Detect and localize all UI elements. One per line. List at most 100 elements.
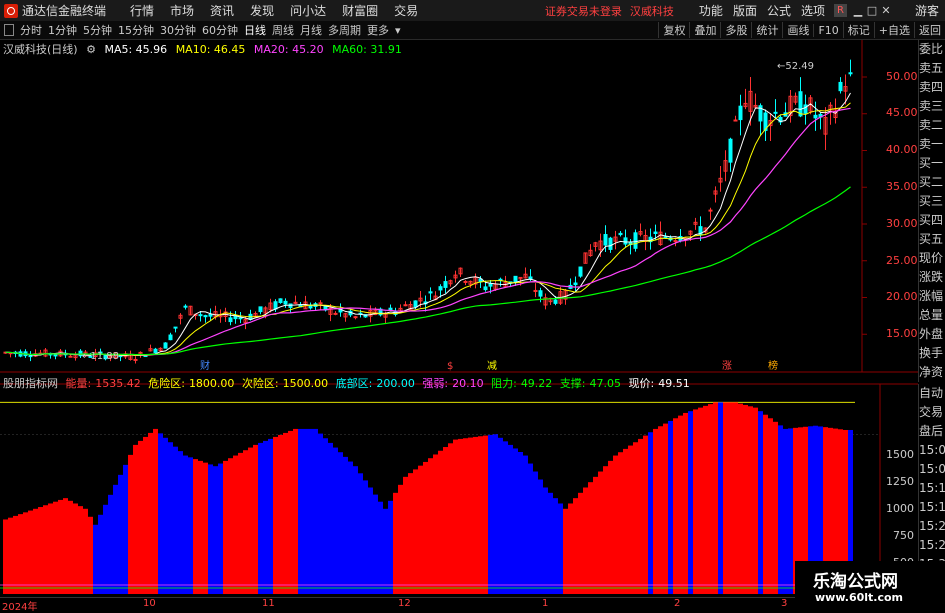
indicator-name[interactable]: 股朋指标网 — [3, 377, 58, 390]
candle-body — [53, 354, 58, 357]
watermark-url: www.60lt.com — [815, 591, 904, 604]
indicator-bar — [568, 503, 573, 594]
indicator-bar — [603, 466, 608, 594]
event-marker: $ — [447, 361, 453, 372]
order-label: 卖三 — [919, 99, 944, 113]
indicator-bar — [463, 438, 468, 594]
time-label: 15:00 — [919, 443, 945, 457]
order-label: 卖四 — [919, 80, 944, 94]
candle-body — [673, 240, 678, 243]
candle-body — [483, 286, 488, 291]
candle-body — [428, 291, 433, 294]
indicator-bar — [38, 507, 43, 594]
event-marker: 涨 — [722, 360, 732, 372]
time-label[interactable]: 自动 — [919, 384, 945, 403]
event-marker: 减 — [487, 360, 497, 372]
indicator-bar — [473, 436, 478, 594]
ind-value: 20.10 — [452, 377, 484, 390]
ind-label: 危险区: — [148, 377, 185, 390]
candle-body — [273, 301, 278, 310]
time-label: 15:20 — [919, 519, 945, 533]
indicator-bar — [48, 503, 53, 594]
candle-body — [848, 72, 853, 75]
candle-body — [488, 283, 493, 287]
low-annotation: ←11.88 — [82, 351, 119, 362]
event-marker: 榜 — [768, 359, 778, 372]
indicator-bar — [708, 404, 713, 594]
candle-body — [438, 286, 443, 291]
indicator-bar — [228, 458, 233, 594]
ma60-line — [5, 186, 851, 356]
indicator-bar — [363, 480, 368, 594]
candle-body — [168, 334, 173, 341]
indicator-bar — [718, 402, 723, 594]
ind-value: 200.00 — [376, 377, 415, 390]
candle-body — [623, 237, 628, 245]
indicator-bar — [588, 482, 593, 594]
indicator-bar — [158, 433, 163, 594]
candle-body — [608, 237, 613, 250]
order-label: 买五 — [919, 232, 944, 246]
indicator-bar — [163, 437, 168, 594]
candle-body — [203, 315, 208, 318]
candle-body — [728, 138, 733, 163]
candle-body — [283, 300, 288, 305]
indicator-bar — [208, 464, 213, 594]
candle-body — [208, 313, 213, 317]
stock-period-title: 汉威科技(日线) — [3, 43, 78, 56]
candle-body — [318, 302, 323, 305]
indicator-bar — [173, 446, 178, 594]
settings-gear-icon[interactable]: ⚙ — [86, 43, 96, 56]
indicator-bar — [238, 452, 243, 594]
indicator-bar — [433, 454, 438, 594]
indicator-bar — [103, 504, 108, 594]
candle-body — [663, 236, 668, 239]
indicator-bar — [383, 508, 388, 594]
candle-body — [228, 317, 233, 323]
ind-label: 现价: — [628, 377, 655, 390]
indicator-bar — [303, 428, 308, 594]
time-label[interactable]: 盘后 — [919, 422, 945, 441]
indicator-bar — [138, 440, 143, 594]
indicator-bar — [623, 448, 628, 594]
date-tick: 2024年 — [2, 602, 38, 613]
indicator-bar — [748, 406, 753, 594]
candle-body — [413, 300, 418, 308]
indicator-bar — [113, 484, 118, 594]
indicator-bar — [548, 492, 553, 594]
indicator-bar — [323, 438, 328, 594]
date-tick: 12 — [398, 598, 411, 609]
ind-value: 47.05 — [589, 377, 622, 390]
time-label: 15:25 — [919, 538, 945, 552]
chart-title-line: 汉威科技(日线) ⚙ MA5: 45.96 MA10: 46.45 MA20: … — [3, 41, 407, 57]
indicator-bar — [413, 469, 418, 594]
candle-body — [258, 306, 263, 313]
indicator-bar — [43, 505, 48, 594]
ma20-line — [5, 107, 851, 356]
ma10-line — [5, 102, 851, 356]
indicator-bar — [258, 442, 263, 594]
ind-tick: 1250 — [886, 475, 914, 488]
order-label: 买二 — [919, 175, 944, 189]
candle-body — [443, 281, 448, 288]
order-book-panel: 委比 卖五 卖四 卖三 卖二 卖一 买一 买二 买三 买四 买五 现价 涨跌 涨… — [918, 40, 945, 382]
indicator-bar — [518, 452, 523, 594]
kline-chart[interactable]: ←52.49 ←11.88 财 $ 减 涨 榜 — [0, 0, 945, 609]
indicator-bar — [428, 458, 433, 594]
indicator-bar — [203, 462, 208, 594]
indicator-bar — [58, 499, 63, 594]
indicator-bar — [553, 498, 558, 594]
indicator-bar — [738, 403, 743, 594]
indicator-bar — [613, 455, 618, 594]
ind-value: 49.51 — [658, 377, 690, 390]
candle-body — [333, 312, 338, 315]
candle-body — [173, 326, 178, 329]
watermark-title: 乐淘公式网 — [813, 572, 898, 592]
indicator-bar — [218, 463, 223, 594]
indicator-bar — [33, 508, 38, 594]
ind-value: 1800.00 — [188, 377, 235, 390]
indicator-bar — [693, 409, 698, 594]
indicator-bar — [368, 487, 373, 594]
time-label[interactable]: 交易 — [919, 403, 945, 422]
date-tick: 3 — [781, 598, 788, 609]
